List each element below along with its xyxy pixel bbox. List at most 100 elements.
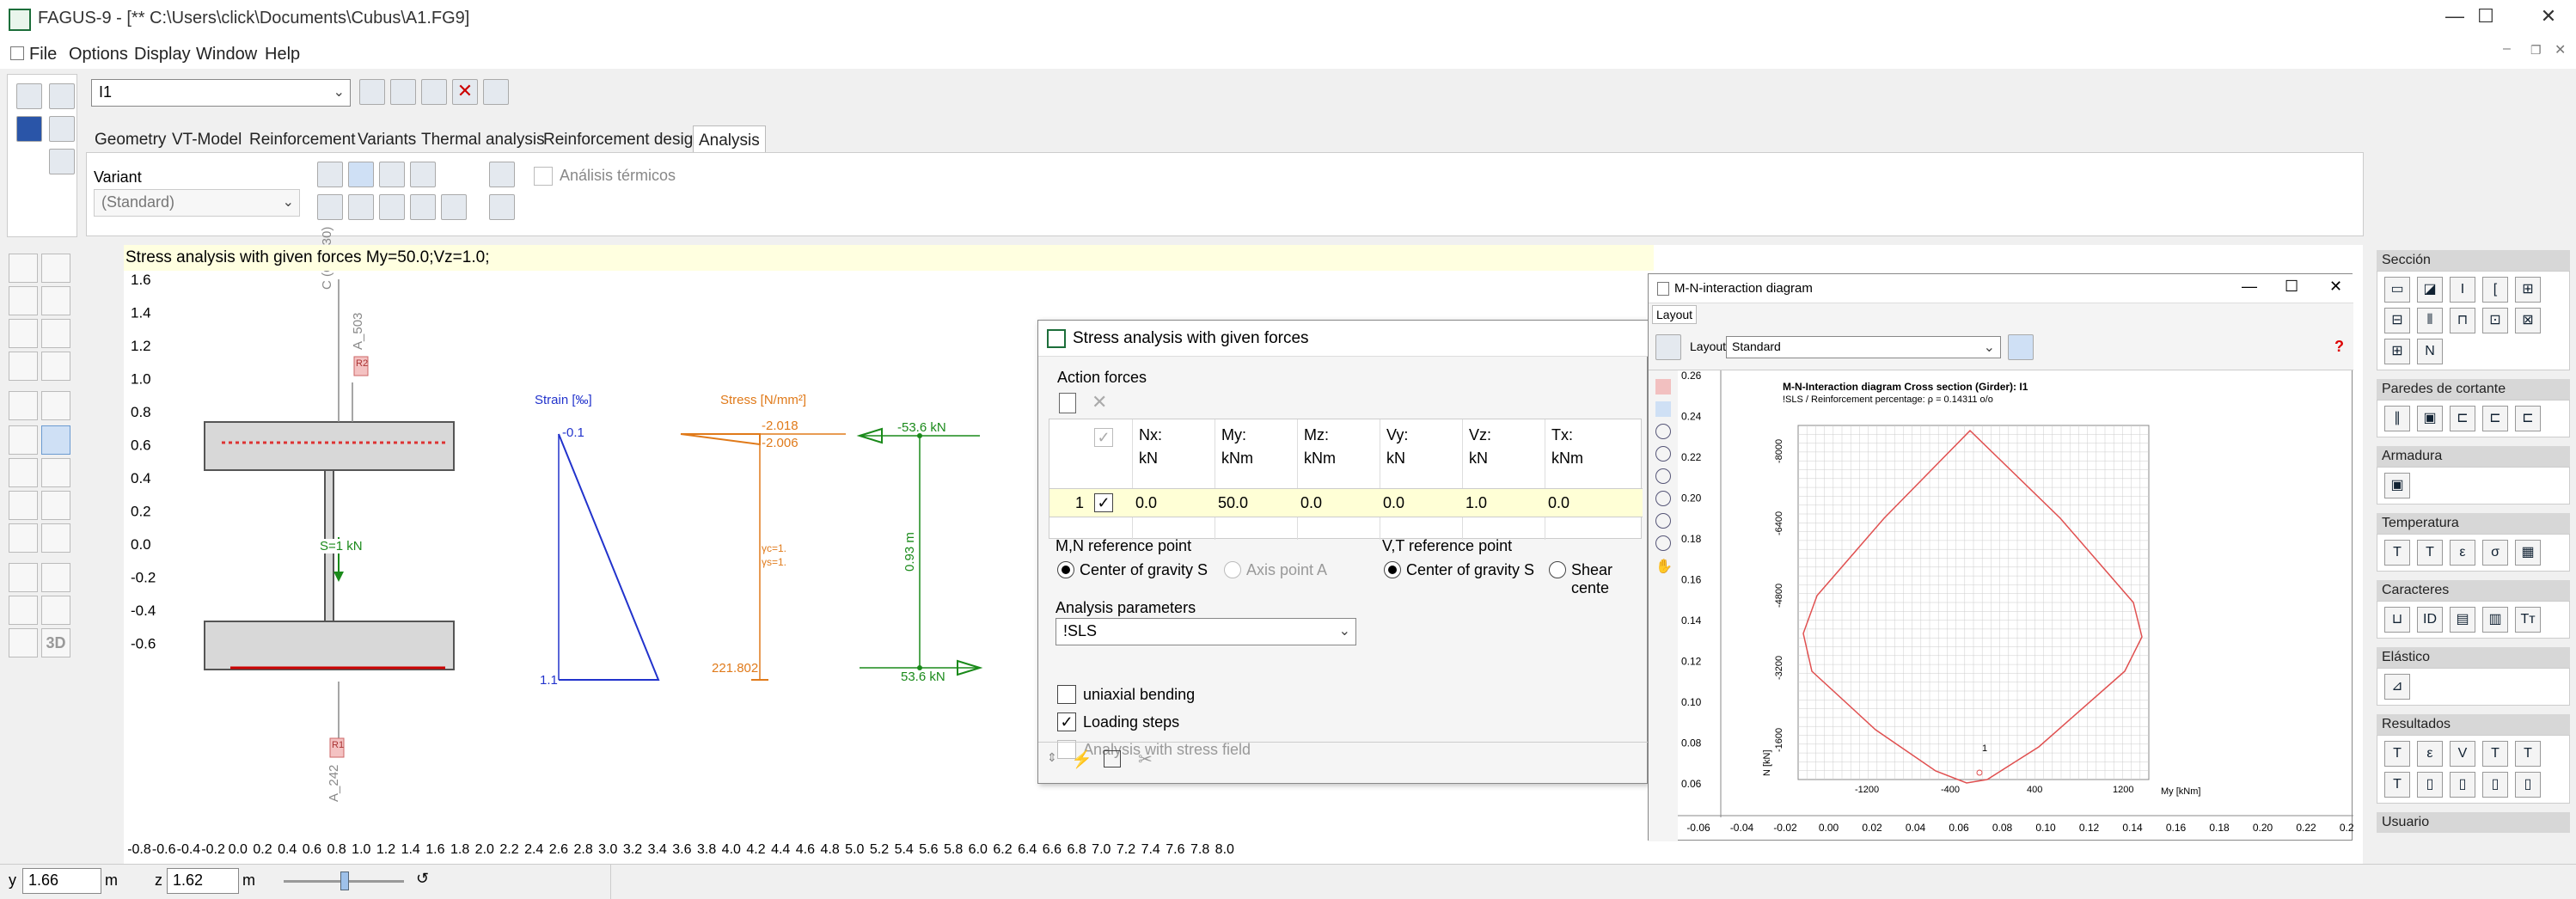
select-all-checkbox[interactable]: ✓ <box>1094 428 1113 447</box>
layout-select[interactable]: Standard ⌄ <box>1726 336 2001 358</box>
table-row[interactable]: 1 ✓ 0.0 50.0 0.0 0.0 1.0 0.0 <box>1049 488 1643 517</box>
network-icon[interactable] <box>16 83 42 109</box>
analysis-tool-4-icon[interactable] <box>410 162 436 187</box>
dimension-icon[interactable] <box>9 352 38 381</box>
panel-tool-icon[interactable]: ⊏ <box>2450 406 2475 431</box>
add-section-icon[interactable] <box>421 79 447 105</box>
save-icon[interactable] <box>1655 334 1681 360</box>
mn-minimize[interactable]: — <box>2242 278 2257 296</box>
zoom-in-icon[interactable] <box>9 458 38 487</box>
panel-section-title[interactable]: Sección <box>2377 250 2570 271</box>
cell-value[interactable]: 0.0 <box>1300 494 1322 512</box>
panel-tool-icon[interactable]: ▯ <box>2482 772 2508 798</box>
new-row-icon[interactable] <box>1059 393 1076 413</box>
checklist-icon[interactable] <box>9 628 38 657</box>
panel-tool-icon[interactable]: ▯ <box>2417 772 2443 798</box>
panel-tool-icon[interactable]: ⊞ <box>2515 277 2541 303</box>
row-checkbox[interactable]: ✓ <box>1094 493 1113 512</box>
rectangle-icon[interactable] <box>9 286 38 315</box>
tab-geometry[interactable]: Geometry <box>89 125 171 153</box>
tab-analysis[interactable]: Analysis <box>693 125 766 153</box>
stress-analysis-icon[interactable] <box>348 162 374 187</box>
panel-tool-icon[interactable]: Tт <box>2515 607 2541 633</box>
panel-tool-icon[interactable]: ▣ <box>2384 473 2410 498</box>
print-icon[interactable] <box>49 83 75 109</box>
maximize-button[interactable]: ☐ <box>2460 5 2512 33</box>
panel-tool-icon[interactable]: ε <box>2417 741 2443 767</box>
l-shape-icon[interactable] <box>9 319 38 348</box>
panel-tool-icon[interactable]: ⫴ <box>2417 308 2443 333</box>
cross-section-select[interactable]: I1 ⌄ <box>91 79 351 107</box>
pan-icon[interactable] <box>41 523 70 553</box>
cell-value[interactable]: 0.0 <box>1548 494 1569 512</box>
panel-tool-icon[interactable]: T <box>2384 540 2410 566</box>
panel-tool-icon[interactable]: N <box>2417 339 2443 364</box>
zoom-all-icon[interactable] <box>1655 491 1671 506</box>
text-icon[interactable] <box>41 352 70 381</box>
panel-tool-icon[interactable]: T <box>2384 772 2410 798</box>
tab-vt-model[interactable]: VT-Model <box>167 125 247 153</box>
layout-preview-icon[interactable] <box>2008 334 2034 360</box>
panel-tool-icon[interactable]: ▥ <box>2482 607 2508 633</box>
help-icon[interactable]: ? <box>2334 338 2344 356</box>
layer-2-icon[interactable] <box>41 596 70 625</box>
tab-layout[interactable]: Layout <box>1652 305 1698 324</box>
settings-icon[interactable] <box>49 149 75 174</box>
run-analysis-icon[interactable]: ⚡ <box>1071 749 1092 770</box>
save-icon[interactable] <box>16 116 42 142</box>
mn-maximize[interactable]: ☐ <box>2285 278 2298 296</box>
zoom-in-icon[interactable] <box>1655 424 1671 439</box>
menu-help[interactable]: Help <box>265 45 300 64</box>
cell-value[interactable]: 1.0 <box>1465 494 1487 512</box>
option-checkbox[interactable]: ✓ <box>1057 712 1076 731</box>
select-icon[interactable] <box>9 391 38 420</box>
print-results-icon[interactable] <box>489 162 515 187</box>
panel-tool-icon[interactable]: ⊓ <box>2450 308 2475 333</box>
analysis-params-select[interactable]: !SLS ⌄ <box>1055 618 1356 645</box>
pick-icon[interactable] <box>41 425 70 455</box>
panel-tool-icon[interactable]: ⊔ <box>2384 607 2410 633</box>
tab-reinforcement-design[interactable]: Reinforcement design <box>538 125 707 153</box>
pick-icon[interactable] <box>1655 401 1671 417</box>
tab-thermal-analysis[interactable]: Thermal analysis <box>416 125 550 153</box>
panel-tool-icon[interactable]: ⊟ <box>2384 308 2410 333</box>
panel-section-title[interactable]: Caracteres <box>2377 580 2570 601</box>
panel-tool-icon[interactable]: ▯ <box>2515 772 2541 798</box>
pan-icon[interactable]: ✋ <box>1655 558 1673 575</box>
zoom-fit-icon[interactable] <box>1655 513 1671 529</box>
refresh-icon[interactable]: ↺ <box>416 870 429 888</box>
panel-section-title[interactable]: Armadura <box>2377 446 2570 467</box>
panel-section-title[interactable]: Resultados <box>2377 714 2570 735</box>
analysis-tool-9-icon[interactable] <box>441 194 467 220</box>
undo-icon[interactable] <box>9 563 38 592</box>
panel-tool-icon[interactable]: T <box>2515 741 2541 767</box>
panel-tool-icon[interactable]: [ <box>2482 277 2508 303</box>
zoom-prev-icon[interactable] <box>1655 535 1671 551</box>
panel-tool-icon[interactable]: T <box>2417 540 2443 566</box>
cell-value[interactable]: 0.0 <box>1383 494 1404 512</box>
panel-tool-icon[interactable]: σ <box>2482 540 2508 566</box>
edit-icon[interactable] <box>41 391 70 420</box>
zoom-out-icon[interactable] <box>1655 446 1671 462</box>
panel-tool-icon[interactable]: ▣ <box>2417 406 2443 431</box>
panel-section-title[interactable]: Temperatura <box>2377 513 2570 534</box>
panel-tool-icon[interactable]: ▦ <box>2515 540 2541 566</box>
panel-section-title[interactable]: Elástico <box>2377 647 2570 668</box>
section-properties-icon[interactable] <box>483 79 509 105</box>
point-icon[interactable] <box>9 254 38 283</box>
zoom-out-icon[interactable] <box>41 458 70 487</box>
eraser-icon[interactable] <box>1655 379 1671 394</box>
panel-tool-icon[interactable]: T <box>2482 741 2508 767</box>
panel-tool-icon[interactable]: T <box>2384 741 2410 767</box>
panel-tool-icon[interactable]: ID <box>2417 607 2443 633</box>
panel-tool-icon[interactable]: ⊠ <box>2515 308 2541 333</box>
z-coordinate-input[interactable]: 1.62 <box>167 868 239 894</box>
polygon-icon[interactable] <box>41 286 70 315</box>
redo-icon[interactable] <box>41 563 70 592</box>
panel-tool-icon[interactable]: V <box>2450 741 2475 767</box>
report-icon[interactable] <box>489 194 515 220</box>
panel-tool-icon[interactable]: ◪ <box>2417 277 2443 303</box>
zoom-fit-icon[interactable] <box>9 523 38 553</box>
zoom-all-icon[interactable] <box>41 491 70 520</box>
delete-row-icon[interactable]: ✕ <box>1092 391 1107 413</box>
